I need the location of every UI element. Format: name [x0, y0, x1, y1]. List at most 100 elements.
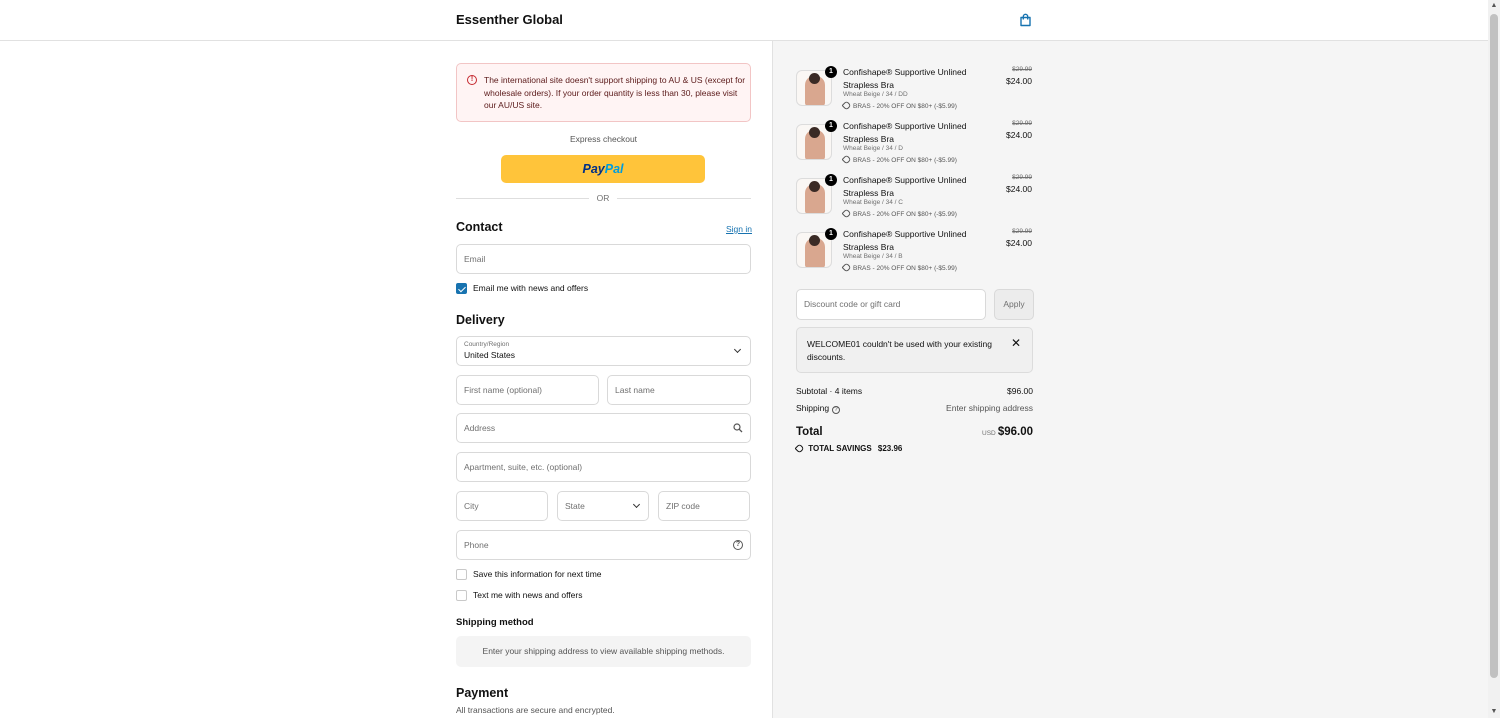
total-savings: TOTAL SAVINGS $23.96: [794, 443, 902, 454]
email-news-checkbox[interactable]: [456, 283, 467, 294]
zip-placeholder: ZIP code: [666, 501, 700, 511]
checkout-header: Essenther Global: [0, 0, 1488, 41]
subtotal-row: Subtotal · 4 items $96.00: [796, 386, 1033, 396]
item-original-price: $29.99: [1012, 66, 1032, 73]
scroll-down-arrow-icon[interactable]: ▼: [1490, 708, 1498, 716]
currency-code: USD: [982, 430, 996, 437]
item-variant: Wheat Beige / 34 / C: [843, 199, 903, 206]
email-news-label: Email me with news and offers: [473, 283, 589, 293]
discount-error-text: WELCOME01 couldn't be used with your exi…: [807, 339, 992, 362]
item-name: Confishape® Supportive Unlined Strapless…: [843, 121, 967, 144]
tag-icon: [841, 100, 852, 111]
quantity-badge: 1: [825, 228, 837, 240]
alert-circle-icon: !: [467, 75, 477, 85]
state-select[interactable]: State: [557, 491, 649, 521]
quantity-badge: 1: [825, 120, 837, 132]
item-discount: BRAS - 20% OFF ON $80+ (-$5.99): [841, 100, 957, 111]
country-select[interactable]: Country/Region United States: [456, 336, 751, 366]
list-item: 1 Confishape® Supportive Unlined Straple…: [796, 228, 1036, 278]
chevron-down-icon: [733, 345, 742, 354]
scroll-thumb[interactable]: [1490, 14, 1498, 678]
apartment-field[interactable]: Apartment, suite, etc. (optional): [456, 452, 751, 482]
quantity-badge: 1: [825, 174, 837, 186]
item-variant: Wheat Beige / 34 / DD: [843, 91, 908, 98]
store-name[interactable]: Essenther Global: [456, 12, 563, 27]
banner-text: The international site doesn't support s…: [484, 75, 746, 110]
discount-placeholder: Discount code or gift card: [804, 299, 901, 309]
list-item: 1 Confishape® Supportive Unlined Straple…: [796, 66, 1036, 116]
city-field[interactable]: City: [456, 491, 548, 521]
item-name: Confishape® Supportive Unlined Strapless…: [843, 175, 967, 198]
close-icon[interactable]: ✕: [1011, 336, 1021, 350]
quantity-badge: 1: [825, 66, 837, 78]
first-name-field[interactable]: First name (optional): [456, 375, 599, 405]
item-variant: Wheat Beige / 34 / D: [843, 145, 903, 152]
shopping-bag-icon[interactable]: [1019, 13, 1032, 27]
delivery-title: Delivery: [456, 313, 505, 327]
apartment-placeholder: Apartment, suite, etc. (optional): [464, 462, 583, 472]
contact-title: Contact: [456, 220, 503, 234]
email-placeholder: Email: [464, 254, 486, 264]
list-item: 1 Confishape® Supportive Unlined Straple…: [796, 120, 1036, 170]
text-news-checkbox[interactable]: [456, 590, 467, 601]
discount-code-input[interactable]: Discount code or gift card: [796, 289, 986, 320]
item-price: $24.00: [1006, 184, 1032, 194]
item-discount-text: BRAS - 20% OFF ON $80+ (-$5.99): [853, 157, 957, 164]
email-field[interactable]: Email: [456, 244, 751, 274]
item-name: Confishape® Supportive Unlined Strapless…: [843, 229, 967, 252]
shipping-method-message: Enter your shipping address to view avai…: [456, 636, 751, 667]
total-label: Total: [796, 426, 823, 438]
paypal-logo-pal: Pal: [604, 162, 624, 176]
item-original-price: $29.99: [1012, 120, 1032, 127]
city-placeholder: City: [464, 501, 479, 511]
save-info-label: Save this information for next time: [473, 569, 602, 579]
scroll-up-arrow-icon[interactable]: ▲: [1490, 2, 1498, 10]
page-scrollbar[interactable]: ▲ ▼: [1488, 0, 1500, 718]
paypal-logo-pay: Pay: [582, 162, 605, 176]
phone-field[interactable]: Phone ?: [456, 530, 751, 560]
last-name-placeholder: Last name: [615, 385, 655, 395]
item-variant: Wheat Beige / 34 / B: [843, 253, 903, 260]
chevron-down-icon: [632, 500, 641, 509]
discount-error-notice: WELCOME01 couldn't be used with your exi…: [796, 327, 1033, 373]
shipping-label: Shipping: [796, 403, 830, 413]
item-discount-text: BRAS - 20% OFF ON $80+ (-$5.99): [853, 265, 957, 272]
address-placeholder: Address: [464, 423, 496, 433]
item-price: $24.00: [1006, 76, 1032, 86]
divider-left: [456, 198, 589, 199]
item-price: $24.00: [1006, 238, 1032, 248]
shipping-method-title: Shipping method: [456, 617, 534, 628]
apply-discount-button[interactable]: Apply: [994, 289, 1034, 320]
country-value: United States: [464, 350, 516, 360]
last-name-field[interactable]: Last name: [607, 375, 751, 405]
or-divider-label: OR: [596, 193, 610, 203]
paypal-button[interactable]: PayPal: [501, 155, 705, 183]
help-circle-icon[interactable]: ?: [832, 406, 841, 414]
subtotal-value: $96.00: [1007, 386, 1033, 396]
item-discount: BRAS - 20% OFF ON $80+ (-$5.99): [841, 262, 957, 273]
tag-icon: [841, 208, 852, 219]
item-discount-text: BRAS - 20% OFF ON $80+ (-$5.99): [853, 211, 957, 218]
item-discount: BRAS - 20% OFF ON $80+ (-$5.99): [841, 154, 957, 165]
zip-field[interactable]: ZIP code: [658, 491, 750, 521]
tag-icon: [841, 262, 852, 273]
subtotal-label: Subtotal · 4 items: [796, 386, 863, 396]
shipping-row: Shipping? Enter shipping address: [796, 403, 1033, 414]
address-field[interactable]: Address: [456, 413, 751, 443]
shipping-value: Enter shipping address: [946, 403, 1033, 413]
item-price: $24.00: [1006, 130, 1032, 140]
text-news-label: Text me with news and offers: [473, 590, 583, 600]
total-value: $96.00: [997, 426, 1033, 438]
item-original-price: $29.99: [1012, 174, 1032, 181]
sign-in-link[interactable]: Sign in: [726, 224, 752, 234]
item-discount-text: BRAS - 20% OFF ON $80+ (-$5.99): [853, 103, 957, 110]
tag-icon: [794, 443, 805, 454]
first-name-placeholder: First name (optional): [464, 385, 542, 395]
phone-placeholder: Phone: [464, 540, 489, 550]
save-info-checkbox[interactable]: [456, 569, 467, 580]
item-name: Confishape® Supportive Unlined Strapless…: [843, 67, 967, 90]
payment-subtitle: All transactions are secure and encrypte…: [456, 705, 615, 715]
item-original-price: $29.99: [1012, 228, 1032, 235]
help-circle-icon[interactable]: ?: [733, 540, 743, 550]
list-item: 1 Confishape® Supportive Unlined Straple…: [796, 174, 1036, 224]
